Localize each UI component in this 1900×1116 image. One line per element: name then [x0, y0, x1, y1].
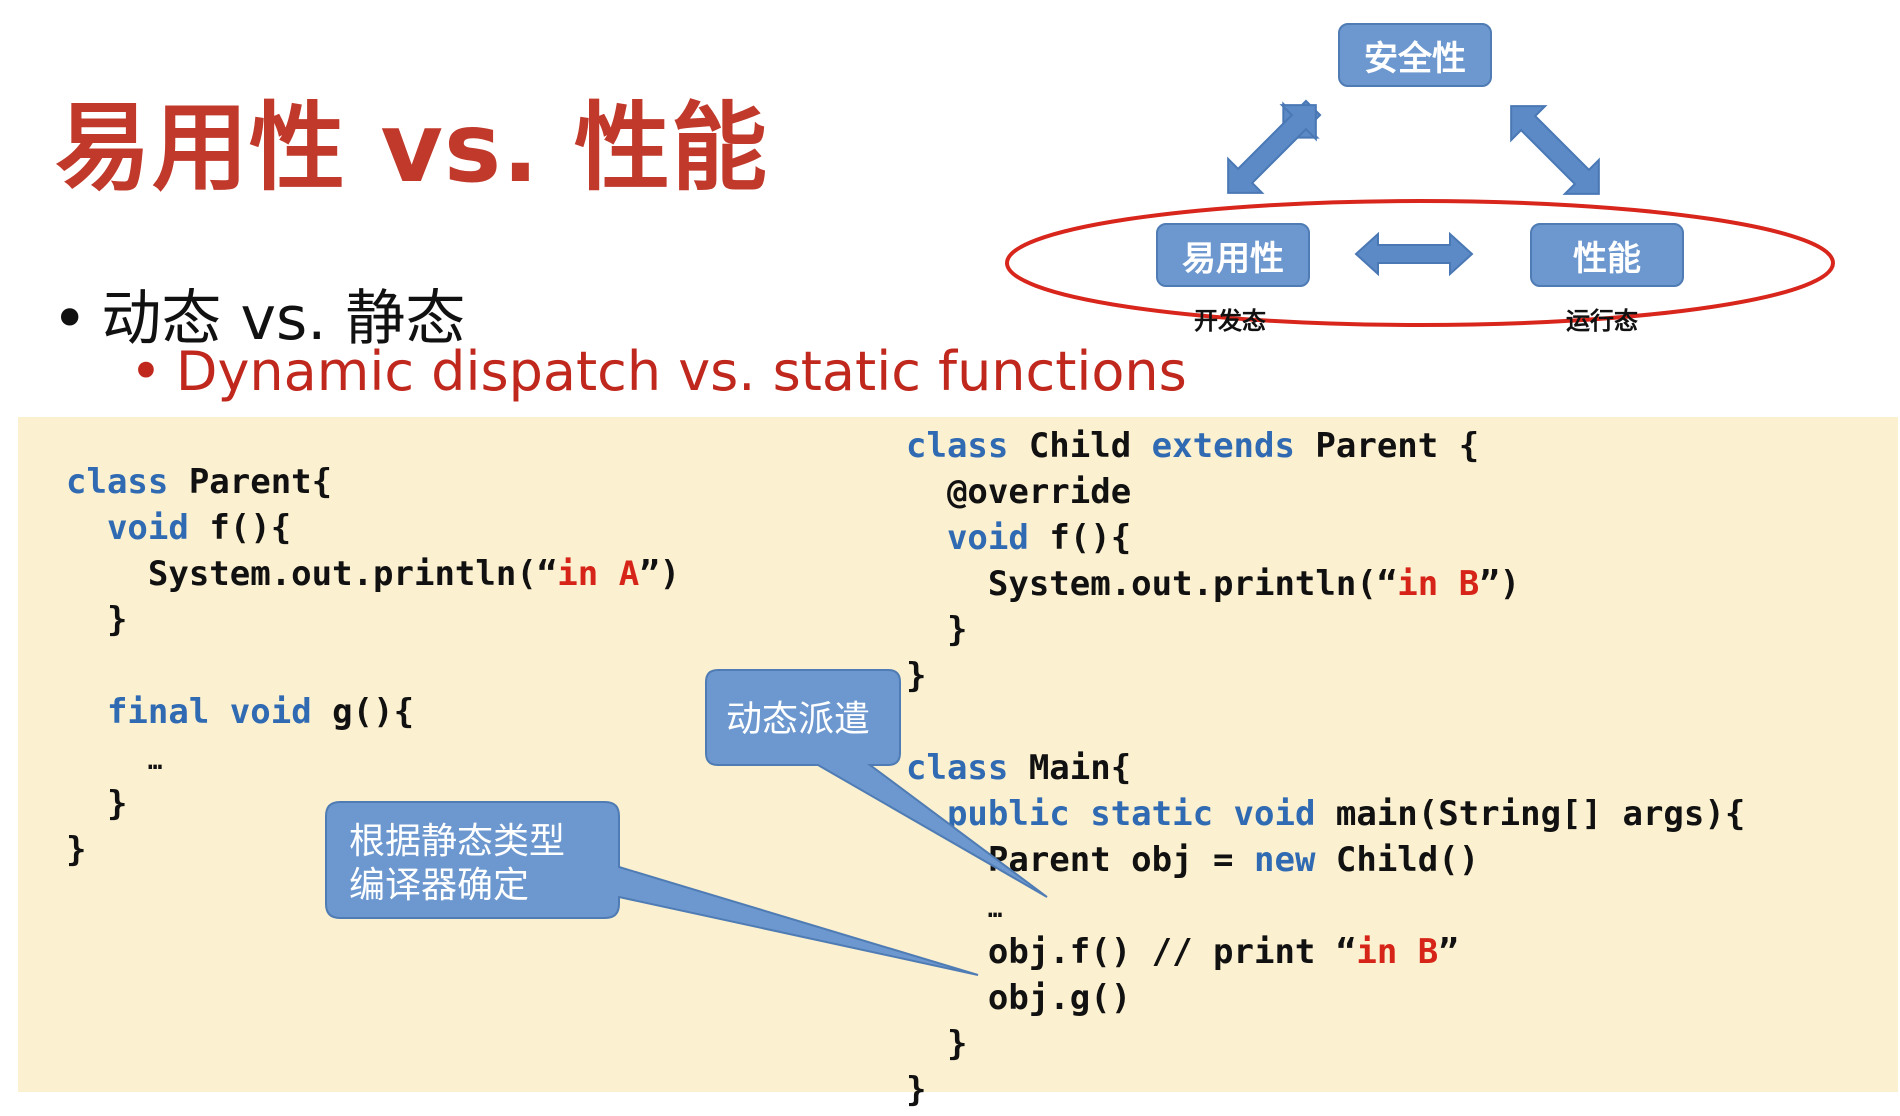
static-type-callout-text-line1: 根据静态类型 — [349, 821, 566, 862]
static-type-callout-text-line2: 编译器确定 — [349, 865, 530, 906]
callouts — [325, 669, 1048, 976]
dynamic-dispatch-callout-text: 动态派遣 — [726, 699, 871, 740]
